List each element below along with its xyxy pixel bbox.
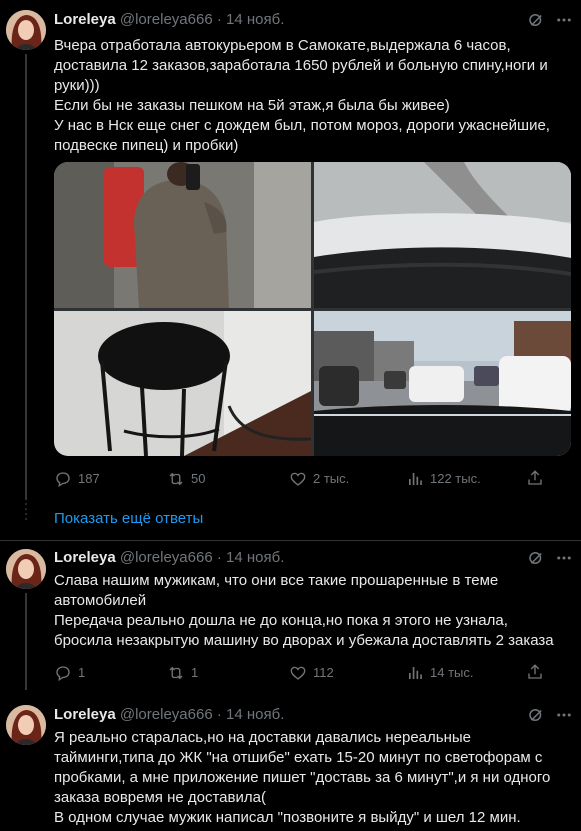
reply-icon xyxy=(56,666,70,682)
thread-gap-dots xyxy=(24,500,28,523)
avatar[interactable] xyxy=(6,549,46,589)
more-icon[interactable] xyxy=(555,549,573,567)
author-handle[interactable]: @loreleya666 xyxy=(120,549,213,566)
reply-count: 1 xyxy=(78,665,86,680)
separator-dot: · xyxy=(216,549,222,566)
post-paragraph: Передача реально дошла не до конца,но по… xyxy=(54,612,554,649)
photo-windshield[interactable] xyxy=(314,162,571,308)
like-count: 2 тыс. xyxy=(313,471,350,486)
grok-icon[interactable] xyxy=(527,549,545,567)
like-count: 112 xyxy=(313,665,334,680)
photo-selfie[interactable] xyxy=(54,162,311,308)
separator-dot: · xyxy=(216,706,222,723)
post-header: Loreleya @loreleya666 · 14 нояб. xyxy=(54,10,284,30)
author-name[interactable]: Loreleya xyxy=(54,549,116,566)
repost-button[interactable]: 50 xyxy=(167,469,205,489)
repost-icon xyxy=(169,472,183,486)
post-paragraph: Если бы не заказы пешком на 5й этаж,я бы… xyxy=(54,97,450,114)
separator-dot: · xyxy=(216,11,222,28)
views-button[interactable]: 122 тыс. xyxy=(406,469,481,489)
post-text: Вчера отработала автокурьером в Самокате… xyxy=(54,36,569,156)
share-icon[interactable] xyxy=(526,469,544,487)
reply-count: 187 xyxy=(78,471,100,486)
post-paragraph: В одном случае мужик написал "позвоните … xyxy=(54,809,521,826)
post-date[interactable]: 14 нояб. xyxy=(226,706,284,723)
post-paragraph: У нас в Нск еще снег с дождем был, потом… xyxy=(54,117,550,154)
grok-icon[interactable] xyxy=(527,11,545,29)
post-2[interactable]: Loreleya @loreleya666 · 14 нояб. Слава н… xyxy=(0,541,581,690)
post-1[interactable]: Loreleya @loreleya666 · 14 нояб. Вчера о… xyxy=(0,0,581,500)
post-paragraph: Слава нашим мужикам, что они все такие п… xyxy=(54,572,499,609)
views-button[interactable]: 14 тыс. xyxy=(406,663,473,683)
like-button[interactable]: 2 тыс. xyxy=(289,469,349,489)
repost-count: 1 xyxy=(191,665,199,680)
heart-icon xyxy=(290,472,306,486)
post-text: Я реально старалась,но на доставки давал… xyxy=(54,728,569,828)
media-grid[interactable] xyxy=(54,162,571,456)
repost-icon xyxy=(169,666,183,680)
grok-icon[interactable] xyxy=(527,706,545,724)
post-3[interactable]: Loreleya @loreleya666 · 14 нояб. Я реаль… xyxy=(0,697,581,831)
author-handle[interactable]: @loreleya666 xyxy=(120,11,213,28)
post-date[interactable]: 14 нояб. xyxy=(226,549,284,566)
action-bar: 187 50 2 тыс. 122 тыс. xyxy=(54,469,574,489)
thread-line xyxy=(25,54,27,500)
author-name[interactable]: Loreleya xyxy=(54,706,116,723)
more-icon[interactable] xyxy=(555,706,573,724)
views-count: 14 тыс. xyxy=(430,665,474,680)
repost-count: 50 xyxy=(191,471,206,486)
action-bar: 1 1 112 14 тыс. xyxy=(54,663,574,683)
share-icon[interactable] xyxy=(526,663,544,681)
show-more-replies-link[interactable]: Показать ещё ответы xyxy=(54,509,203,529)
author-name[interactable]: Loreleya xyxy=(54,11,116,28)
avatar[interactable] xyxy=(6,10,46,50)
thread-line xyxy=(25,593,27,690)
avatar[interactable] xyxy=(6,705,46,745)
like-button[interactable]: 112 xyxy=(289,663,334,683)
more-icon[interactable] xyxy=(555,11,573,29)
post-paragraph: Вчера отработала автокурьером в Самокате… xyxy=(54,37,548,94)
repost-button[interactable]: 1 xyxy=(167,663,198,683)
heart-icon xyxy=(290,666,306,680)
views-count: 122 тыс. xyxy=(430,471,481,486)
reply-button[interactable]: 187 xyxy=(54,469,100,489)
reply-icon xyxy=(56,472,70,488)
photo-stool[interactable] xyxy=(54,311,311,456)
post-date[interactable]: 14 нояб. xyxy=(226,11,284,28)
post-paragraph: Я реально старалась,но на доставки давал… xyxy=(54,729,551,806)
post-text: Слава нашим мужикам, что они все такие п… xyxy=(54,571,569,651)
reply-button[interactable]: 1 xyxy=(54,663,85,683)
photo-traffic[interactable] xyxy=(314,311,571,456)
post-header: Loreleya @loreleya666 · 14 нояб. xyxy=(54,705,284,725)
post-header: Loreleya @loreleya666 · 14 нояб. xyxy=(54,548,284,568)
author-handle[interactable]: @loreleya666 xyxy=(120,706,213,723)
views-icon xyxy=(409,667,422,679)
views-icon xyxy=(409,473,422,485)
